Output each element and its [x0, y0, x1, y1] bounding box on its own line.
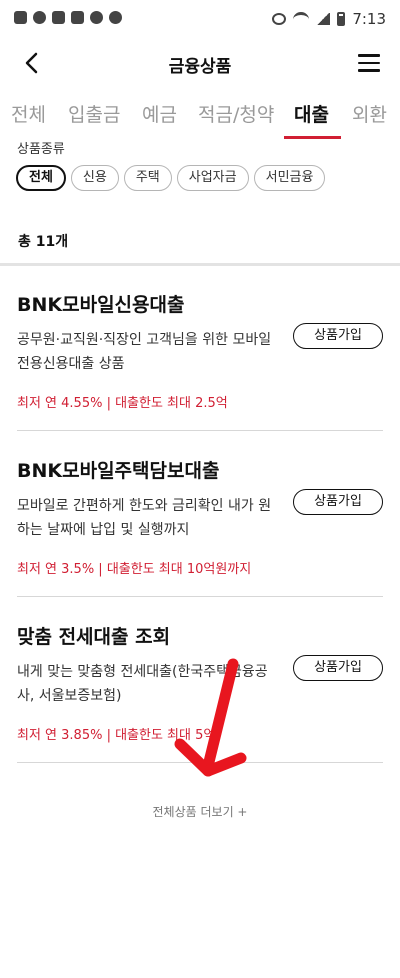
- tab-foreign-exchange[interactable]: 외환: [352, 100, 387, 127]
- hamburger-line: [358, 61, 380, 64]
- product-rate: 최저 연 3.85% | 대출한도 최대 5억: [17, 728, 216, 743]
- app-c-icon-2: [90, 11, 103, 24]
- status-bar: 7:13: [0, 0, 400, 40]
- product-description: 공무원·교직원·직장인 고객님을 위한 모바일전용신용대출 상품: [17, 332, 272, 372]
- section-divider: [0, 263, 400, 266]
- status-system-icons: 7:13: [272, 10, 386, 28]
- hamburger-line: [358, 69, 380, 72]
- join-button[interactable]: 상품가입: [293, 489, 383, 515]
- product-rate: 최저 연 4.55% | 대출한도 최대 2.5억: [17, 396, 228, 411]
- hamburger-icon: [358, 54, 380, 57]
- tab-loan[interactable]: 대출: [294, 100, 329, 127]
- product-type-label: 상품종류: [17, 142, 65, 157]
- category-tabs: 전체 입출금 예금 적금/청약 대출 외환: [0, 100, 400, 140]
- join-button[interactable]: 상품가입: [293, 655, 383, 681]
- chip-credit[interactable]: 신용: [70, 165, 119, 191]
- signal-icon: [316, 13, 331, 25]
- battery-icon: [337, 12, 346, 26]
- app-header: 금융상품: [0, 40, 400, 84]
- tab-deposit[interactable]: 예금: [142, 100, 177, 127]
- tab-all[interactable]: 전체: [11, 100, 46, 127]
- gallery-icon: [14, 11, 27, 24]
- product-name: 맞춤 전세대출 조회: [17, 626, 171, 648]
- active-tab-indicator: [284, 136, 341, 139]
- chip-business-fund[interactable]: 사업자금: [176, 165, 249, 191]
- wifi-icon: [293, 11, 310, 27]
- menu-button[interactable]: [354, 49, 384, 77]
- chip-all[interactable]: 전체: [16, 165, 66, 191]
- status-notification-icons: [14, 11, 122, 24]
- row-divider: [17, 596, 383, 597]
- status-time: 7:13: [352, 10, 386, 28]
- row-divider: [17, 430, 383, 431]
- tab-deposit-withdrawal[interactable]: 입출금: [68, 100, 120, 127]
- page-title: 금융상품: [168, 57, 232, 77]
- chip-public-finance[interactable]: 서민금융: [253, 165, 326, 191]
- view-all-products-link[interactable]: 전체상품 더보기 +: [0, 803, 400, 820]
- product-name: BNK모바일주택담보대출: [17, 460, 220, 482]
- document-icon: [71, 11, 84, 24]
- product-type-chips: 전체 신용 주택 사업자금 서민금융: [16, 165, 326, 191]
- mail-icon: [52, 11, 65, 24]
- product-description: 모바일로 간편하게 한도와 금리확인 내가 원하는 날짜에 납입 및 실행까지: [17, 498, 272, 538]
- alarm-icon: [272, 13, 287, 25]
- join-button[interactable]: 상품가입: [293, 323, 383, 349]
- tab-savings[interactable]: 적금/청약: [198, 100, 274, 127]
- cloud-icon: [109, 11, 122, 24]
- product-name: BNK모바일신용대출: [17, 294, 185, 316]
- product-rate: 최저 연 3.5% | 대출한도 최대 10억원까지: [17, 562, 252, 577]
- chip-housing[interactable]: 주택: [123, 165, 172, 191]
- total-count: 총 11개: [18, 234, 69, 250]
- product-description: 내게 맞는 맞춤형 전세대출(한국주택금융공사, 서울보증보험): [17, 664, 268, 704]
- row-divider: [17, 762, 383, 763]
- app-c-icon: [33, 11, 46, 24]
